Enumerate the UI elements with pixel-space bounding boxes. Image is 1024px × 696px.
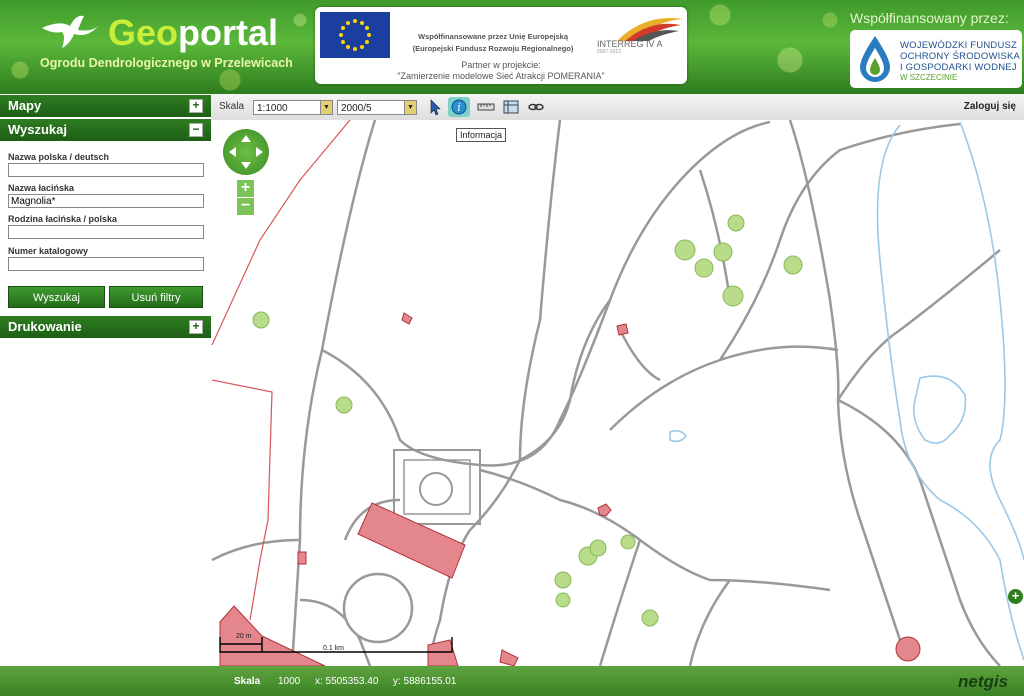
area-measure-icon[interactable] — [502, 98, 520, 116]
header: Geoportal Ogrodu Dendrologicznego w Prze… — [0, 0, 1024, 94]
map-toolbar: Skala 1:1000 ▼ 2000/5 ▼ i Zaloguj się — [211, 94, 1024, 121]
panel-search-label: Wyszukaj — [8, 122, 68, 137]
expand-icon[interactable]: + — [189, 99, 203, 113]
layer-select-value: 2000/5 — [341, 103, 372, 114]
layer-select[interactable]: 2000/5 ▼ — [337, 100, 417, 115]
eu-fund-text: (Europejski Fundusz Rozwoju Regionalnego… — [412, 44, 574, 53]
partner-label: Partner w projekcie: — [461, 60, 541, 70]
eu-cofinance-text: Współfinansowane przez Unię Europejską — [417, 32, 569, 41]
catalog-number-label: Numer katalogowy — [8, 246, 89, 256]
status-bar: Skala 1000 x: 5505353.40 y: 5886155.01 n… — [0, 666, 1024, 696]
pan-control[interactable] — [223, 129, 269, 175]
bird-logo-icon — [42, 15, 98, 48]
fund-name-line1: WOJEWÓDZKI FUNDUSZ — [900, 40, 1018, 51]
app-title-geo: Geo — [108, 12, 179, 53]
fund-city: W SZCZECINIE — [900, 73, 958, 82]
project-name: "Zamierzenie modelowe Sieć Atrakcji POME… — [397, 71, 605, 81]
collapse-icon[interactable]: − — [189, 123, 203, 137]
chevron-down-icon: ▼ — [320, 101, 332, 114]
water-drop-icon — [860, 36, 890, 82]
panel-print-label: Drukowanie — [8, 319, 82, 334]
sidebar: Mapy + Wyszukaj − Nazwa polska / deutsch… — [0, 94, 212, 666]
search-button[interactable]: Wyszukaj — [8, 286, 105, 308]
netgis-logo[interactable]: netgis — [958, 672, 1008, 692]
latin-name-input[interactable] — [8, 194, 204, 208]
zoom-in-button[interactable]: + — [237, 180, 254, 197]
eu-funding-banner: Współfinansowane przez Unię Europejską (… — [315, 7, 687, 84]
measure-ruler-icon[interactable] — [477, 98, 495, 116]
wfosigw-logo: WOJEWÓDZKI FUNDUSZ OCHRONY ŚRODOWISKA I … — [850, 30, 1022, 88]
app-title[interactable]: Geoportal — [108, 12, 278, 54]
map-expand-button[interactable]: + — [1008, 589, 1023, 604]
scale-select[interactable]: 1:1000 ▼ — [253, 100, 333, 115]
link-icon[interactable] — [527, 98, 545, 116]
login-link[interactable]: Zaloguj się — [964, 101, 1016, 112]
panel-print[interactable]: Drukowanie + — [0, 316, 211, 338]
app-title-portal: portal — [178, 12, 279, 53]
scale-select-value: 1:1000 — [257, 103, 288, 114]
scalebar-20m-label: 20 m — [236, 633, 252, 640]
svg-text:i: i — [457, 101, 461, 114]
info-icon[interactable]: i — [448, 97, 470, 117]
fund-name-line2: OCHRONY ŚRODOWISKA — [900, 51, 1021, 62]
latin-name-label: Nazwa łacińska — [8, 183, 75, 193]
fund-name-line3: I GOSPODARKI WODNEJ — [900, 62, 1017, 73]
map-canvas[interactable] — [211, 120, 1024, 666]
footer-scale-value: 1000 — [278, 676, 301, 687]
chevron-down-icon: ▼ — [404, 101, 416, 114]
scalebar-01km-label: 0.1 km — [323, 645, 345, 652]
catalog-number-input[interactable] — [8, 257, 204, 271]
garden-map[interactable] — [211, 120, 1024, 666]
polish-name-label: Nazwa polska / deutsch — [8, 152, 110, 162]
interreg-years: 2007-2013 — [597, 49, 621, 55]
eu-flag-icon — [320, 12, 390, 58]
polish-name-input[interactable] — [8, 163, 204, 177]
coordinate-x: x: 5505353.40 — [315, 676, 379, 687]
clear-filters-button[interactable]: Usuń filtry — [109, 286, 203, 308]
family-label: Rodzina łacińska / polska — [8, 214, 118, 224]
app-subtitle: Ogrodu Dendrologicznego w Przelewicach — [40, 56, 293, 70]
interreg-label: INTERREG IV A — [597, 39, 663, 49]
cofinanced-label: Współfinansowany przez: — [850, 10, 1009, 26]
panel-maps[interactable]: Mapy + — [0, 95, 211, 117]
family-input[interactable] — [8, 225, 204, 239]
coordinate-y: y: 5886155.01 — [393, 676, 457, 687]
select-arrow-icon[interactable] — [427, 98, 445, 116]
footer-scale-label: Skala — [234, 676, 261, 687]
zoom-out-button[interactable]: − — [237, 198, 254, 215]
expand-icon[interactable]: + — [189, 320, 203, 334]
panel-maps-label: Mapy — [8, 98, 42, 113]
info-tooltip: Informacja — [456, 128, 507, 142]
panel-search[interactable]: Wyszukaj − — [0, 119, 211, 141]
pan-arrows-icon[interactable] — [223, 129, 269, 175]
scale-label: Skala — [219, 101, 245, 112]
